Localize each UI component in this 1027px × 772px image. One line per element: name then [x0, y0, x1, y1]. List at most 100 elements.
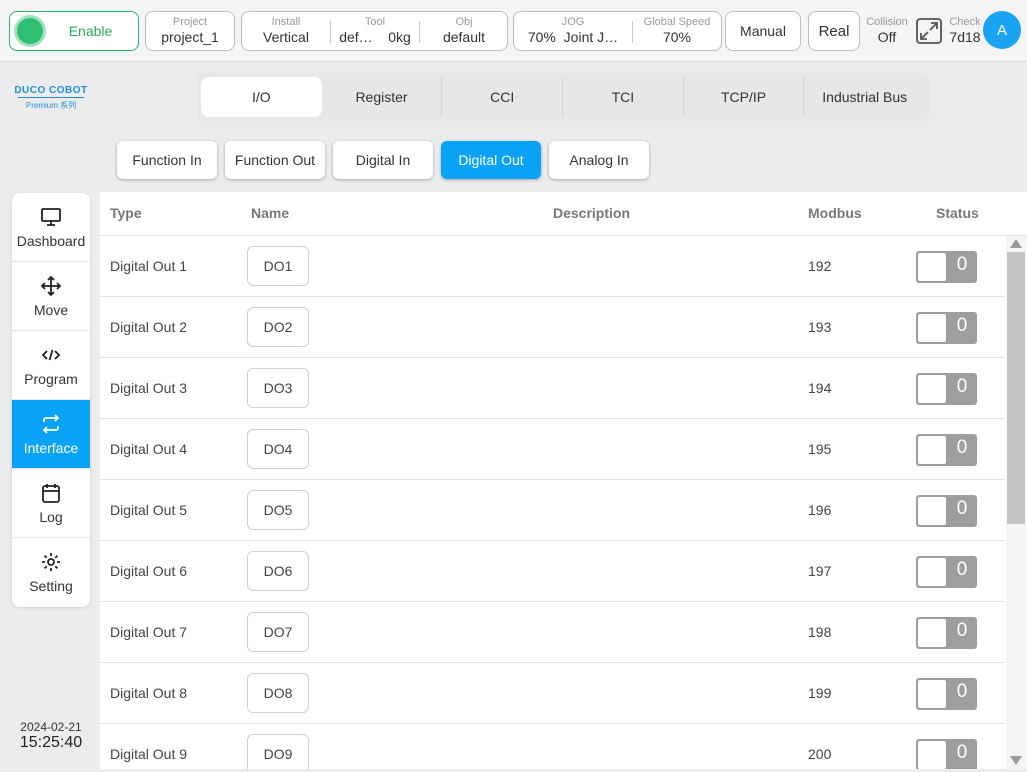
row-modbus: 198: [808, 624, 832, 640]
global-speed-label: Global Speed: [643, 16, 711, 28]
row-name-button[interactable]: DO5: [247, 490, 309, 530]
install-tool-obj-panel[interactable]: Install Vertical Tool def… 0kg Obj defau…: [241, 11, 508, 51]
calendar-icon: [42, 483, 60, 503]
table-scrollbar[interactable]: [1006, 236, 1026, 769]
jog-speed-panel[interactable]: JOG 70% Joint J… Global Speed 70%: [513, 11, 722, 51]
table-header: Type Name Description Modbus Status: [100, 192, 1027, 236]
gear-icon: [42, 553, 60, 571]
sidebar-item-move[interactable]: Move: [12, 262, 90, 331]
header-status: Status: [936, 205, 979, 221]
collision-status[interactable]: Collision Off: [862, 16, 912, 46]
code-icon: [41, 349, 61, 360]
real-mode-button[interactable]: Real: [808, 11, 860, 51]
tab-tcpip[interactable]: TCP/IP: [684, 77, 805, 117]
move-arrows-icon: [40, 275, 62, 296]
status-toggle[interactable]: 0: [916, 739, 977, 769]
row-type: Digital Out 4: [110, 441, 188, 457]
check-value: 7d18: [949, 29, 981, 45]
row-name-button[interactable]: DO2: [247, 307, 309, 347]
digital-out-table: Type Name Description Modbus Status Digi…: [100, 192, 1027, 769]
project-value: project_1: [161, 29, 219, 45]
row-name-button[interactable]: DO6: [247, 551, 309, 591]
jog-value: 70% Joint J…: [527, 29, 619, 45]
tab-tci[interactable]: TCI: [563, 77, 684, 117]
row-type: Digital Out 3: [110, 380, 188, 396]
header-name: Name: [251, 205, 290, 221]
scrollbar-thumb[interactable]: [1007, 252, 1025, 524]
row-modbus: 199: [808, 685, 832, 701]
status-toggle[interactable]: 0: [916, 373, 977, 405]
sidebar-item-label: Program: [24, 370, 78, 387]
subtab-analog-in[interactable]: Analog In: [549, 141, 649, 179]
row-modbus: 194: [808, 380, 832, 396]
tab-cci[interactable]: CCI: [442, 77, 564, 117]
status-toggle[interactable]: 0: [916, 678, 977, 710]
tab-industrial-bus[interactable]: Industrial Bus: [804, 77, 925, 117]
subtab-function-out[interactable]: Function Out: [225, 141, 325, 179]
tool-label: Tool: [364, 16, 386, 28]
main-tabs: I/O Register CCI TCI TCP/IP Industrial B…: [197, 73, 929, 121]
row-modbus: 195: [808, 441, 832, 457]
status-toggle[interactable]: 0: [916, 251, 977, 283]
enable-label: Enable: [68, 23, 113, 39]
datetime: 2024-02-21 15:25:40: [12, 720, 90, 752]
table-row: Digital Out 4 DO4 195 0: [100, 419, 1005, 480]
project-selector[interactable]: Project project_1: [145, 11, 235, 51]
project-label: Project: [172, 16, 208, 28]
row-name-button[interactable]: DO4: [247, 429, 309, 469]
global-speed-value: 70%: [662, 29, 692, 45]
collision-label: Collision: [866, 16, 908, 28]
sidebar-item-dashboard[interactable]: Dashboard: [12, 193, 90, 262]
row-name-button[interactable]: DO3: [247, 368, 309, 408]
row-name-button[interactable]: DO8: [247, 673, 309, 713]
obj-value: default: [442, 29, 486, 45]
status-toggle[interactable]: 0: [916, 617, 977, 649]
enable-button[interactable]: Enable: [9, 11, 139, 51]
scroll-up-icon[interactable]: [1010, 239, 1022, 248]
tool-value: def… 0kg: [339, 29, 411, 45]
sidebar-item-setting[interactable]: Setting: [12, 538, 90, 607]
check-label: Check: [949, 16, 981, 28]
top-bar: Enable Project project_1 Install Vertica…: [0, 0, 1027, 62]
collision-value: Off: [877, 29, 897, 45]
monitor-icon: [41, 207, 61, 226]
check-status[interactable]: Check 7d18: [944, 16, 986, 46]
row-modbus: 196: [808, 502, 832, 518]
subtab-function-in[interactable]: Function In: [117, 141, 217, 179]
manual-mode-button[interactable]: Manual: [725, 11, 801, 51]
row-type: Digital Out 1: [110, 258, 188, 274]
sidebar-item-label: Dashboard: [16, 232, 86, 249]
sidebar-item-interface[interactable]: Interface: [12, 400, 90, 469]
tab-register[interactable]: Register: [322, 77, 443, 117]
sidebar-item-label: Move: [33, 301, 69, 318]
subtab-digital-out[interactable]: Digital Out: [441, 141, 541, 179]
subtab-digital-in[interactable]: Digital In: [333, 141, 433, 179]
status-toggle[interactable]: 0: [916, 556, 977, 588]
header-modbus: Modbus: [808, 205, 862, 221]
table-row: Digital Out 9 DO9 200 0: [100, 724, 1005, 769]
sidebar-item-log[interactable]: Log: [12, 469, 90, 538]
table-row: Digital Out 3 DO3 194 0: [100, 358, 1005, 419]
sidebar-item-label: Interface: [23, 439, 79, 456]
sidebar-item-label: Log: [39, 508, 63, 525]
row-name-button[interactable]: DO1: [247, 246, 309, 286]
row-name-button[interactable]: DO9: [247, 734, 309, 769]
scroll-down-icon[interactable]: [1010, 756, 1022, 765]
row-name-button[interactable]: DO7: [247, 612, 309, 652]
status-toggle[interactable]: 0: [916, 312, 977, 344]
row-type: Digital Out 5: [110, 502, 188, 518]
expand-icon[interactable]: [915, 17, 943, 45]
table-row: Digital Out 6 DO6 197 0: [100, 541, 1005, 602]
sidebar-item-program[interactable]: Program: [12, 331, 90, 400]
table-row: Digital Out 7 DO7 198 0: [100, 602, 1005, 663]
date-text: 2024-02-21: [20, 720, 82, 734]
tab-io[interactable]: I/O: [201, 77, 322, 117]
avatar[interactable]: A: [983, 11, 1021, 49]
obj-label: Obj: [455, 16, 473, 28]
install-value: Vertical: [263, 29, 309, 45]
jog-label: JOG: [561, 16, 585, 28]
status-toggle[interactable]: 0: [916, 495, 977, 527]
status-toggle[interactable]: 0: [916, 434, 977, 466]
install-label: Install: [271, 16, 301, 28]
row-modbus: 197: [808, 563, 832, 579]
